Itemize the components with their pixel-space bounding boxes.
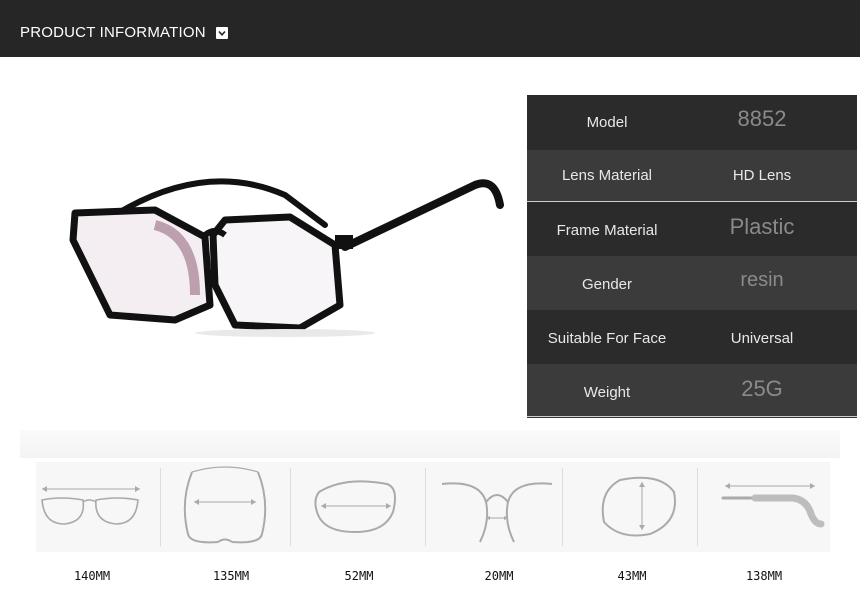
- spec-value: Universal: [730, 330, 794, 347]
- spec-row-suitable-face: Suitable For Face Universal: [527, 310, 857, 364]
- spec-divider: [527, 416, 857, 417]
- measure-label: 43MM: [617, 569, 647, 583]
- spec-value: resin: [740, 269, 784, 291]
- spec-table: Model 8852 Lens Material HD Lens Frame M…: [527, 95, 857, 418]
- measure-label: 140MM: [73, 569, 111, 583]
- spec-value: HD Lens: [732, 167, 792, 184]
- frame-width-icon: [41, 486, 140, 525]
- spec-row-model: Model 8852: [527, 95, 857, 150]
- bridge-width-icon: [441, 482, 553, 543]
- spec-label: Gender: [581, 276, 633, 293]
- divider: [697, 468, 698, 546]
- spec-value: Plastic: [729, 214, 795, 239]
- spec-row-gender: Gender resin: [527, 256, 857, 310]
- spec-value: 8852: [737, 106, 787, 131]
- spec-row-frame-material: Frame Material Plastic: [527, 202, 857, 256]
- measure-label: 52MM: [344, 569, 374, 583]
- lens-width-icon: [314, 480, 396, 534]
- measure-label: 20MM: [484, 569, 514, 583]
- divider: [290, 468, 291, 546]
- chevron-down-icon[interactable]: [216, 27, 228, 39]
- measure-label: 135MM: [212, 569, 250, 583]
- lens-height-icon: [601, 476, 676, 537]
- spec-label: Weight: [583, 384, 631, 401]
- spec-row-weight: Weight 25G: [527, 364, 857, 416]
- spec-value: 25G: [741, 376, 783, 401]
- temple-spread-icon: [183, 466, 267, 544]
- divider: [425, 468, 426, 546]
- eyeglasses-photo: [69, 178, 504, 337]
- spec-label: Suitable For Face: [547, 330, 667, 347]
- divider: [562, 468, 563, 546]
- divider: [160, 468, 161, 546]
- measure-label: 138MM: [745, 569, 783, 583]
- spec-label: Lens Material: [561, 167, 653, 184]
- spec-row-lens-material: Lens Material HD Lens: [527, 150, 857, 201]
- measure-band: [20, 430, 840, 458]
- section-title: PRODUCT INFORMATION: [20, 24, 206, 41]
- spec-label: Model: [586, 114, 628, 131]
- temple-length-icon: [721, 483, 825, 528]
- spec-label: Frame Material: [556, 222, 658, 239]
